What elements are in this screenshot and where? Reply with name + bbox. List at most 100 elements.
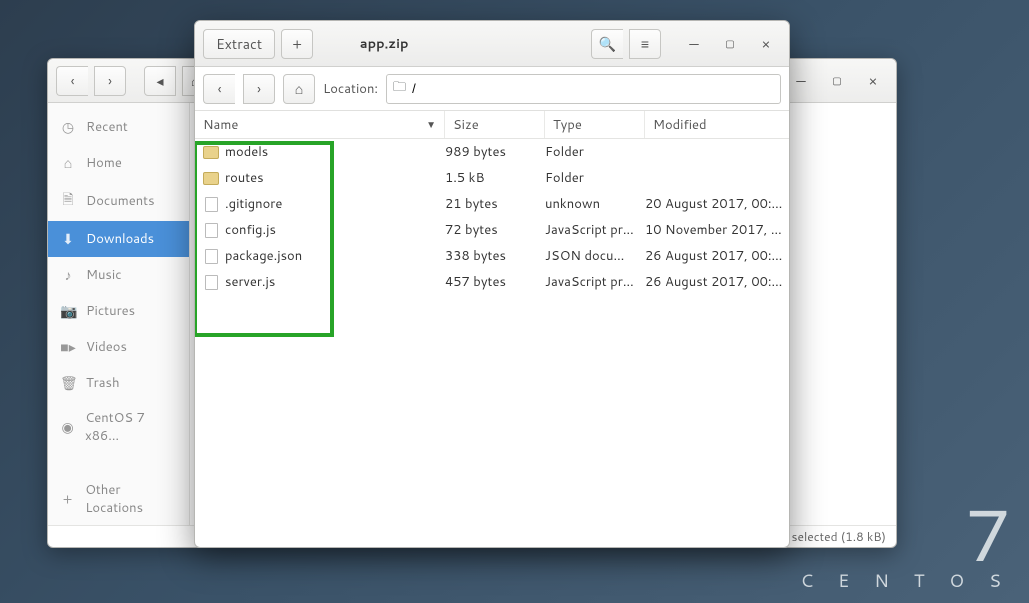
sidebar-item-home[interactable]: ⌂ Home xyxy=(48,145,189,181)
file-type: Folder xyxy=(545,143,645,161)
search-button[interactable]: 🔍 xyxy=(591,29,623,59)
folder-icon xyxy=(203,170,219,186)
file-row[interactable]: routes1.5 kBFolder xyxy=(195,165,789,191)
archive-header: Extract + app.zip 🔍 ≡ — ▢ × xyxy=(195,21,789,67)
archive-toolbar: ‹ › ⌂ Location: 🗀 xyxy=(195,67,789,111)
sort-indicator-icon: ▼ xyxy=(426,118,436,132)
file-type: JSON docu… xyxy=(545,247,645,265)
column-type[interactable]: Type xyxy=(545,111,645,138)
music-icon: ♪ xyxy=(60,265,76,285)
sidebar-item-label: Downloads xyxy=(86,230,154,248)
window-close-button[interactable]: × xyxy=(858,71,888,91)
file-row[interactable]: config.js 72 bytesJavaScript pr…10 Novemb… xyxy=(195,217,789,243)
sidebar-item-label: CentOS 7 x86… xyxy=(85,409,177,445)
nav-back-button[interactable]: ‹ xyxy=(56,66,88,96)
sidebar-item-label: Home xyxy=(86,154,122,172)
home-icon: ⌂ xyxy=(295,79,303,99)
file-modified: 10 November 2017, … xyxy=(645,221,789,239)
file-manager-sidebar: ◷ Recent ⌂ Home 🗎 Documents ⬇ Downloads ♪ Music 📷 P… xyxy=(48,103,190,525)
recent-icon: ◷ xyxy=(60,117,76,137)
plus-icon: + xyxy=(60,489,75,509)
file-size: 989 bytes xyxy=(445,143,545,161)
file-icon xyxy=(203,222,219,238)
file-icon xyxy=(203,274,219,290)
centos-7-x86--icon: ◉ xyxy=(60,417,75,437)
archive-column-headers: Name ▼ Size Type Modified xyxy=(195,111,789,139)
sidebar-item-label: Trash xyxy=(86,374,120,392)
file-row[interactable]: models 989 bytesFolder xyxy=(195,139,789,165)
nav-back-button[interactable]: ‹ xyxy=(203,74,235,104)
archive-window: Extract + app.zip 🔍 ≡ — ▢ × ‹ › ⌂ Locati… xyxy=(194,20,790,548)
sidebar-item-pictures[interactable]: 📷 Pictures xyxy=(48,293,189,329)
window-minimize-button[interactable]: — xyxy=(786,71,816,91)
file-type: JavaScript pr… xyxy=(545,221,645,239)
sidebar-other-locations[interactable]: + Other Locations xyxy=(48,473,189,525)
window-maximize-button[interactable]: ▢ xyxy=(715,37,745,51)
folder-icon: 🗀 xyxy=(393,78,406,100)
file-name: .gitignore xyxy=(225,195,282,213)
trash-icon: 🗑 xyxy=(60,373,76,393)
file-size: 21 bytes xyxy=(445,195,545,213)
sidebar-item-label: Videos xyxy=(86,338,127,356)
file-size: 1.5 kB xyxy=(445,169,545,187)
extract-button[interactable]: Extract xyxy=(203,29,275,59)
column-name[interactable]: Name ▼ xyxy=(195,111,445,138)
file-size: 457 bytes xyxy=(445,273,545,291)
file-row[interactable]: server.js 457 bytesJavaScript pr…26 Augus… xyxy=(195,269,789,295)
pictures-icon: 📷 xyxy=(60,301,76,321)
file-size: 72 bytes xyxy=(445,221,545,239)
status-text: " selected (1.8 kB) xyxy=(784,528,886,545)
sidebar-item-label: Recent xyxy=(86,118,128,136)
window-close-button[interactable]: × xyxy=(751,34,781,54)
sidebar-item-recent[interactable]: ◷ Recent xyxy=(48,109,189,145)
nav-home-button[interactable]: ⌂ xyxy=(283,74,315,104)
sidebar-item-label: Music xyxy=(86,266,122,284)
sidebar-item-label: Other Locations xyxy=(85,481,177,517)
file-name: models xyxy=(225,143,268,161)
file-icon xyxy=(203,196,219,212)
file-type: JavaScript pr… xyxy=(545,273,645,291)
nav-forward-button[interactable]: › xyxy=(94,66,126,96)
path-segment-root[interactable]: ◂ xyxy=(144,66,176,96)
sidebar-item-documents[interactable]: 🗎 Documents xyxy=(48,181,189,221)
sidebar-item-label: Documents xyxy=(86,192,155,210)
search-icon: 🔍 xyxy=(599,34,616,54)
sidebar-item-centos-7-x86-[interactable]: ◉ CentOS 7 x86… xyxy=(48,401,189,453)
file-type: unknown xyxy=(545,195,645,213)
column-size[interactable]: Size xyxy=(445,111,545,138)
window-minimize-button[interactable]: — xyxy=(679,34,709,54)
location-label: Location: xyxy=(323,80,378,98)
file-modified: 26 August 2017, 00:… xyxy=(645,247,789,265)
nav-forward-button[interactable]: › xyxy=(243,74,275,104)
sidebar-item-label: Pictures xyxy=(86,302,135,320)
location-input-wrapper[interactable]: 🗀 xyxy=(386,74,781,104)
add-button[interactable]: + xyxy=(281,29,313,59)
file-icon xyxy=(203,248,219,264)
hamburger-button[interactable]: ≡ xyxy=(629,29,661,59)
home-icon: ⌂ xyxy=(60,153,76,173)
plus-icon: + xyxy=(292,34,302,54)
archive-title: app.zip xyxy=(360,35,409,53)
sidebar-item-videos[interactable]: ■▸ Videos xyxy=(48,329,189,365)
file-row[interactable]: .gitignore 21 bytesunknown20 August 2017,… xyxy=(195,191,789,217)
file-name: config.js xyxy=(225,221,276,239)
file-modified: 20 August 2017, 00:… xyxy=(645,195,789,213)
column-modified[interactable]: Modified xyxy=(645,111,789,138)
window-maximize-button[interactable]: ▢ xyxy=(822,74,852,88)
file-size: 338 bytes xyxy=(445,247,545,265)
hamburger-icon: ≡ xyxy=(641,34,649,54)
documents-icon: 🗎 xyxy=(60,189,76,213)
file-name: server.js xyxy=(225,273,275,291)
location-input[interactable] xyxy=(412,81,774,96)
downloads-icon: ⬇ xyxy=(60,229,76,249)
videos-icon: ■▸ xyxy=(60,337,76,357)
file-modified: 26 August 2017, 00:… xyxy=(645,273,789,291)
sidebar-item-downloads[interactable]: ⬇ Downloads xyxy=(48,221,189,257)
brand-name: C E N T O S xyxy=(800,567,1011,593)
sidebar-item-music[interactable]: ♪ Music xyxy=(48,257,189,293)
file-name: package.json xyxy=(225,247,302,265)
sidebar-item-trash[interactable]: 🗑 Trash xyxy=(48,365,189,401)
file-type: Folder xyxy=(545,169,645,187)
file-row[interactable]: package.json 338 bytesJSON docu…26 August… xyxy=(195,243,789,269)
folder-icon xyxy=(203,144,219,160)
